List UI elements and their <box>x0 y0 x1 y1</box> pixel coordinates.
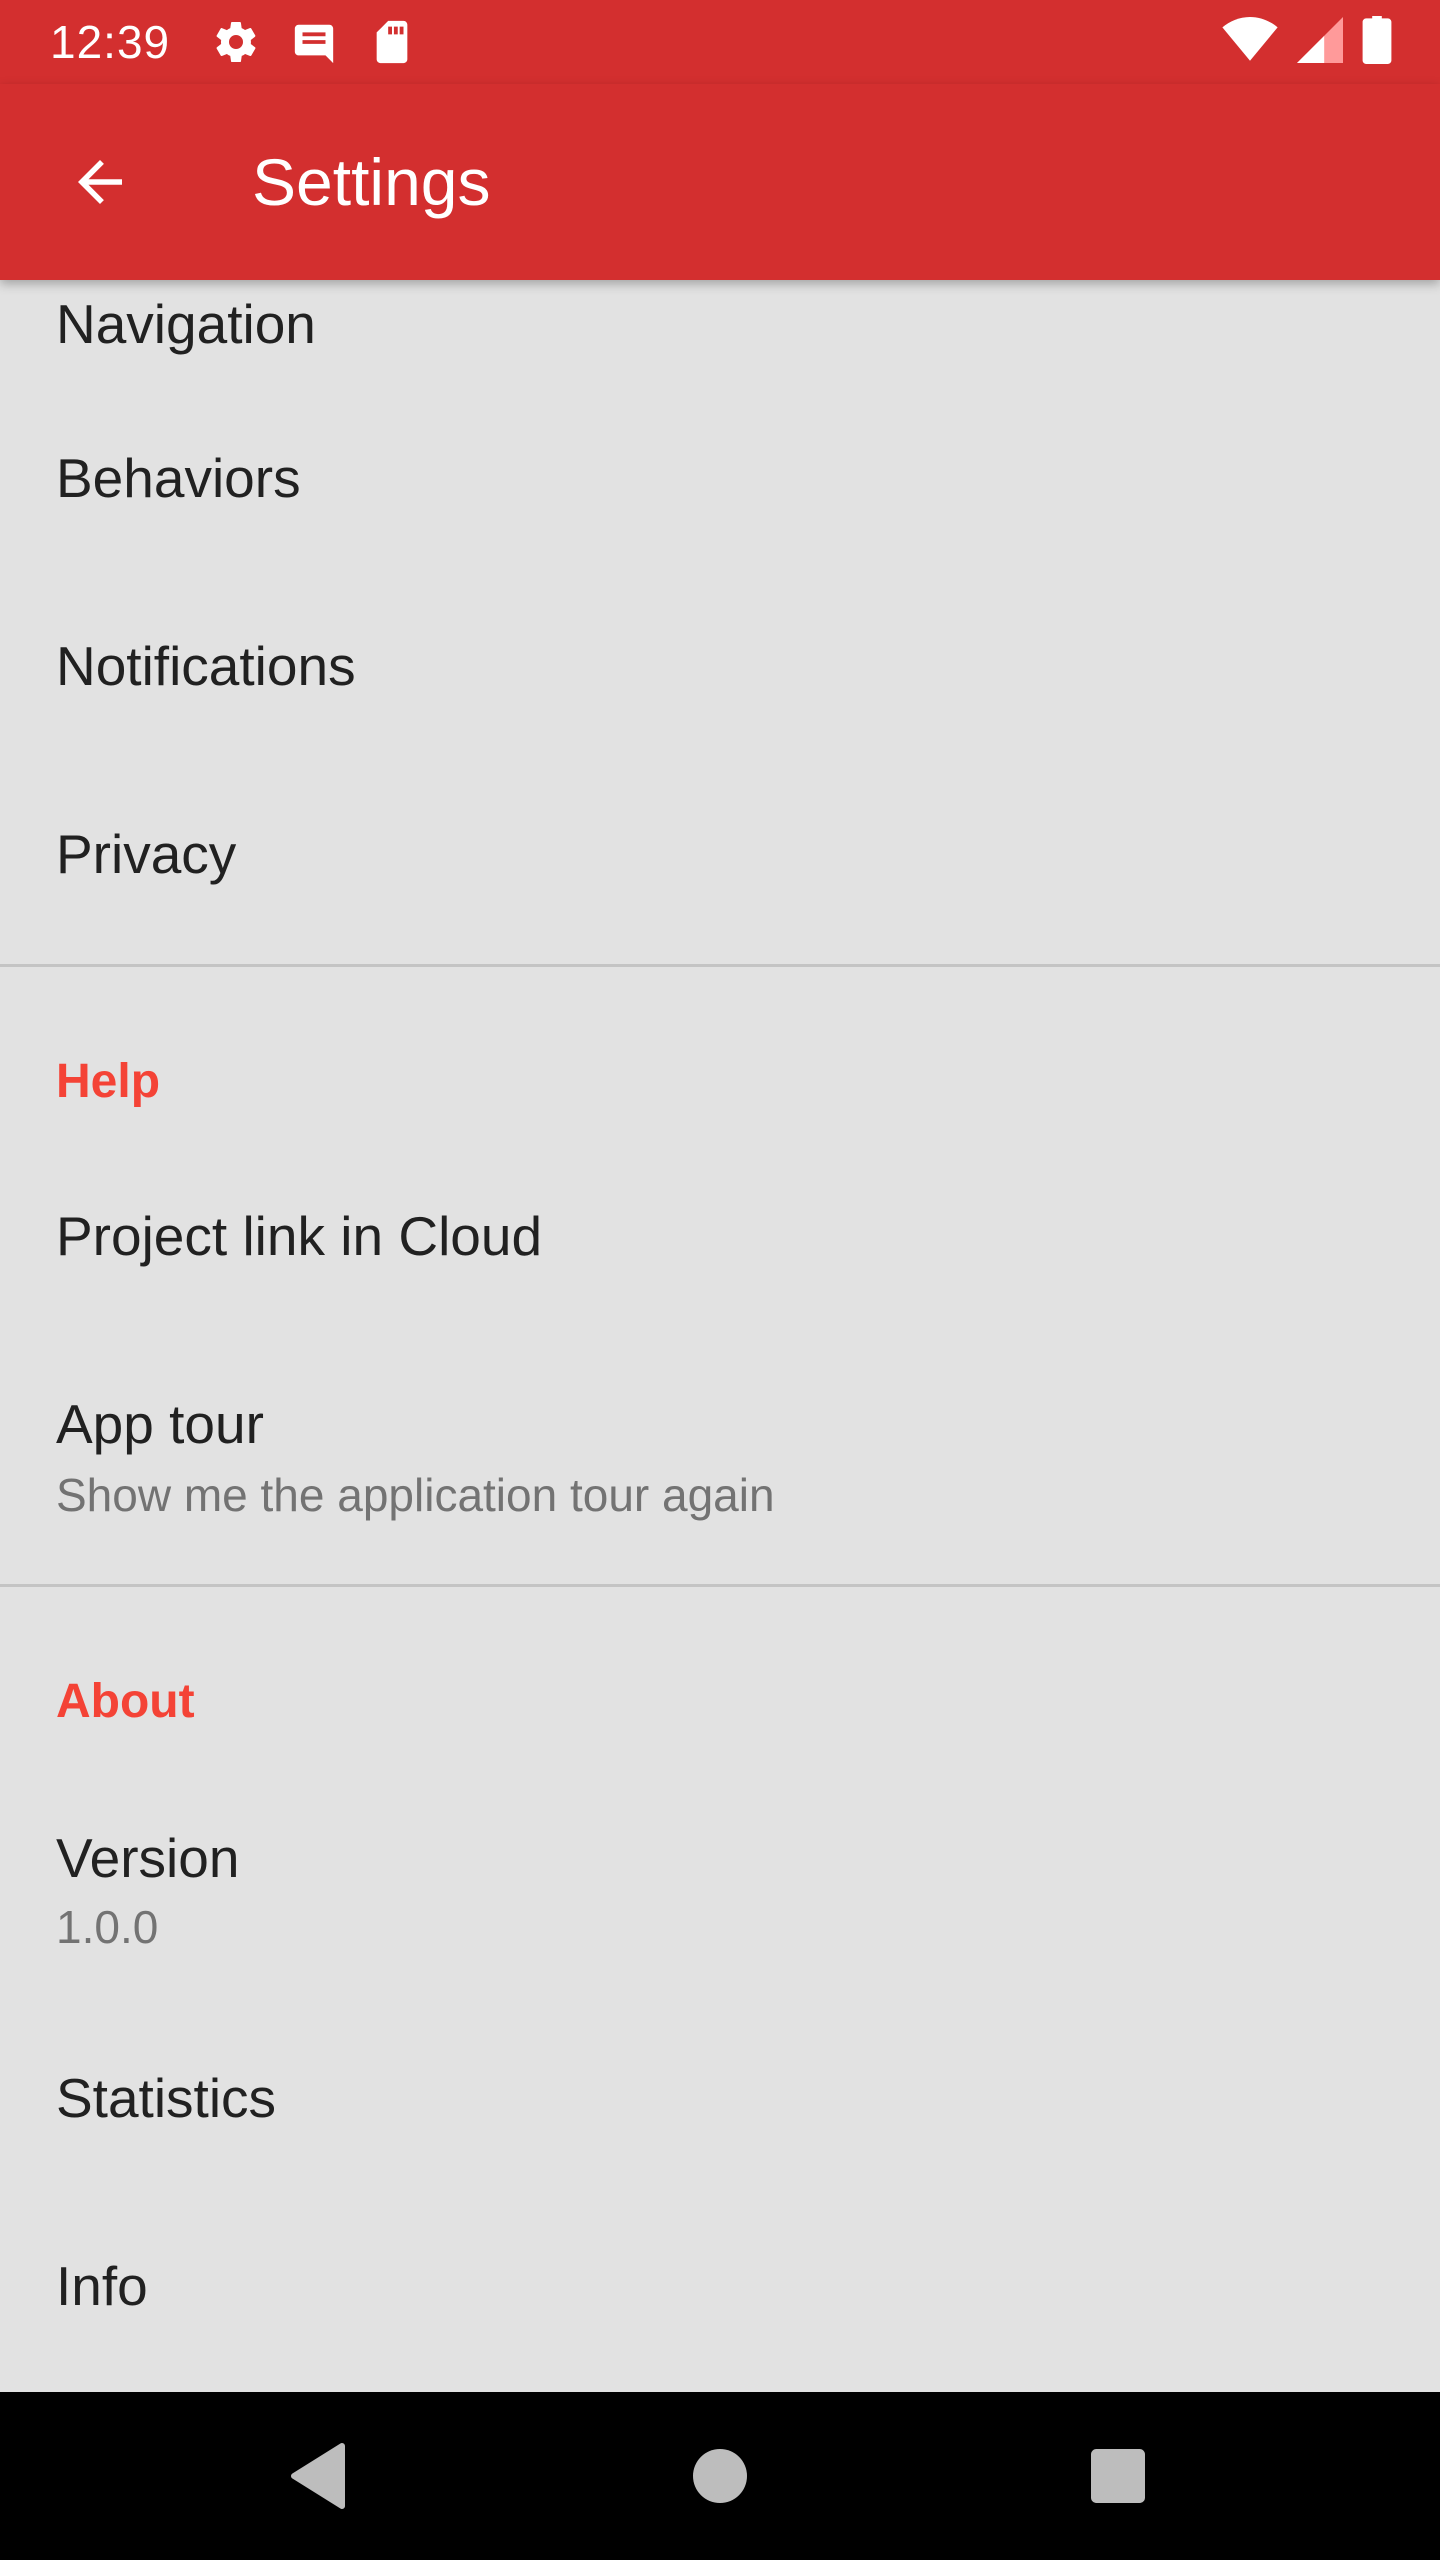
preference-title: Behaviors <box>56 447 301 509</box>
preference-version[interactable]: Version <box>0 1760 1440 2008</box>
preference-app-tour[interactable]: App tour <box>0 1330 1440 1582</box>
category-about: About <box>56 1675 195 1728</box>
settings-screen: 12:39 Settings Navigation Behaviors Noti… <box>0 0 1440 2560</box>
preference-info[interactable]: Info <box>0 2196 1440 2392</box>
preference-title: Notifications <box>56 635 356 697</box>
wifi-icon <box>1222 16 1278 68</box>
preference-title: Statistics <box>56 2067 277 2129</box>
preference-title: Info <box>56 2255 148 2317</box>
status-time: 12:39 <box>50 16 171 68</box>
message-icon <box>286 14 342 70</box>
app-bar: Settings <box>0 84 1440 280</box>
preference-title: Navigation <box>56 293 316 355</box>
divider <box>0 964 1440 967</box>
preference-privacy[interactable]: Privacy <box>0 756 1440 944</box>
preference-navigation[interactable]: Navigation <box>0 280 1440 380</box>
nav-home-button[interactable] <box>670 2426 770 2526</box>
nav-back-button[interactable] <box>268 2426 368 2526</box>
recents-square-icon <box>1091 2449 1145 2503</box>
preference-statistics[interactable]: Statistics <box>0 2008 1440 2196</box>
preference-title: App tour <box>56 1393 264 1455</box>
preference-title: Privacy <box>56 823 237 885</box>
preference-summary: 1.0.0 <box>56 1901 159 1953</box>
back-triangle-icon <box>291 2443 345 2509</box>
preference-title: Version <box>56 1827 240 1889</box>
preference-behaviors[interactable]: Behaviors <box>0 380 1440 568</box>
status-right-icons <box>1222 15 1392 69</box>
battery-icon <box>1362 15 1392 69</box>
gear-icon <box>208 14 264 70</box>
nav-recents-button[interactable] <box>1068 2426 1168 2526</box>
back-button[interactable] <box>52 134 148 230</box>
navigation-bar <box>0 2392 1440 2560</box>
cell-signal-icon <box>1296 16 1344 68</box>
preference-project-link[interactable]: Project link in Cloud <box>0 1142 1440 1330</box>
category-help: Help <box>56 1055 161 1108</box>
divider <box>0 1584 1440 1587</box>
page-title: Settings <box>252 145 491 219</box>
sd-card-icon <box>364 14 420 70</box>
preference-title: Project link in Cloud <box>56 1205 543 1267</box>
settings-list: Navigation Behaviors Notifications Priva… <box>0 280 1440 2392</box>
preference-summary: Show me the application tour again <box>56 1469 775 1521</box>
preference-notifications[interactable]: Notifications <box>0 568 1440 756</box>
home-circle-icon <box>693 2449 747 2503</box>
status-bar: 12:39 <box>0 0 1440 84</box>
arrow-back-icon <box>78 160 122 204</box>
